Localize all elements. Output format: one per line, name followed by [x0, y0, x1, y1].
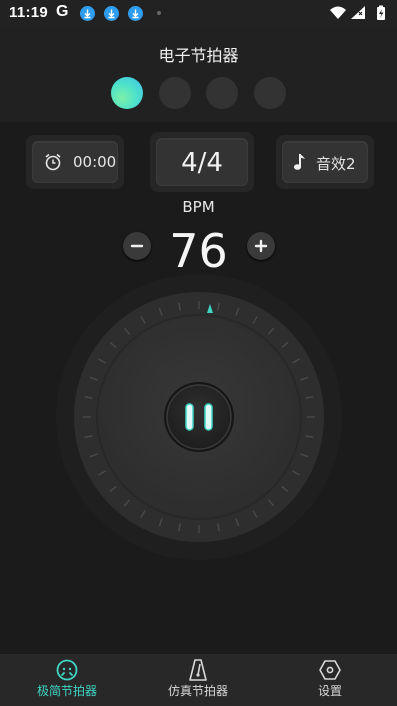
- time-signature-button[interactable]: 4/4: [156, 138, 248, 186]
- status-time: 11:19: [9, 4, 49, 21]
- nav-label: 仿真节拍器: [167, 684, 228, 698]
- metronome-face-icon: [56, 659, 78, 681]
- minus-icon: [130, 244, 144, 248]
- bpm-value: 76: [169, 224, 228, 278]
- system-icons: [329, 5, 389, 25]
- page-indicator-4[interactable]: [254, 77, 286, 109]
- sound-label: 音效2: [316, 155, 356, 173]
- signal-icon: [351, 6, 365, 19]
- bpm-label: BPM: [182, 198, 215, 216]
- nav-item-settings[interactable]: 设置: [265, 654, 395, 706]
- time-signature-panel: 4/4: [150, 132, 254, 192]
- timer-panel: 00:00: [26, 135, 124, 189]
- page-indicator-2[interactable]: [159, 77, 191, 109]
- timer-button[interactable]: 00:00: [32, 141, 118, 183]
- battery-icon: [377, 5, 385, 20]
- bottom-nav: 极简节拍器 仿真节拍器 设置: [0, 654, 397, 706]
- hexagon-settings-icon: [319, 660, 341, 680]
- nav-item-minimal-metronome[interactable]: 极简节拍器: [2, 654, 132, 706]
- tempo-dial[interactable]: [56, 274, 342, 560]
- timer-value: 00:00: [73, 153, 117, 171]
- decrease-bpm-button[interactable]: [123, 232, 151, 260]
- increase-bpm-button[interactable]: [247, 232, 275, 260]
- status-bar: 11:19 G: [0, 0, 397, 26]
- metronome-icon: [189, 659, 207, 681]
- play-pause-button: [166, 384, 232, 450]
- page-indicator-3[interactable]: [206, 77, 238, 109]
- sound-button[interactable]: 音效2: [282, 141, 368, 183]
- sound-panel: 音效2: [276, 135, 374, 189]
- music-note-icon: [293, 154, 305, 170]
- nav-label: 极简节拍器: [36, 684, 97, 698]
- plus-icon: [254, 239, 268, 253]
- page-indicator-1[interactable]: [111, 77, 143, 109]
- time-signature-value: 4/4: [181, 148, 223, 178]
- more-notifications-dot: [157, 11, 161, 15]
- download-notification-icon: [80, 6, 95, 21]
- nav-item-simulated-metronome[interactable]: 仿真节拍器: [133, 654, 263, 706]
- nav-label: 设置: [317, 684, 342, 698]
- download-notification-icon: [128, 6, 143, 21]
- wifi-icon: [330, 6, 346, 19]
- app-title: 电子节拍器: [158, 46, 239, 65]
- alarm-clock-icon: [45, 153, 61, 171]
- tempo-dial-graphic: [56, 274, 342, 560]
- google-icon: G: [56, 3, 69, 20]
- download-notification-icon: [104, 6, 119, 21]
- header: 电子节拍器: [0, 26, 397, 122]
